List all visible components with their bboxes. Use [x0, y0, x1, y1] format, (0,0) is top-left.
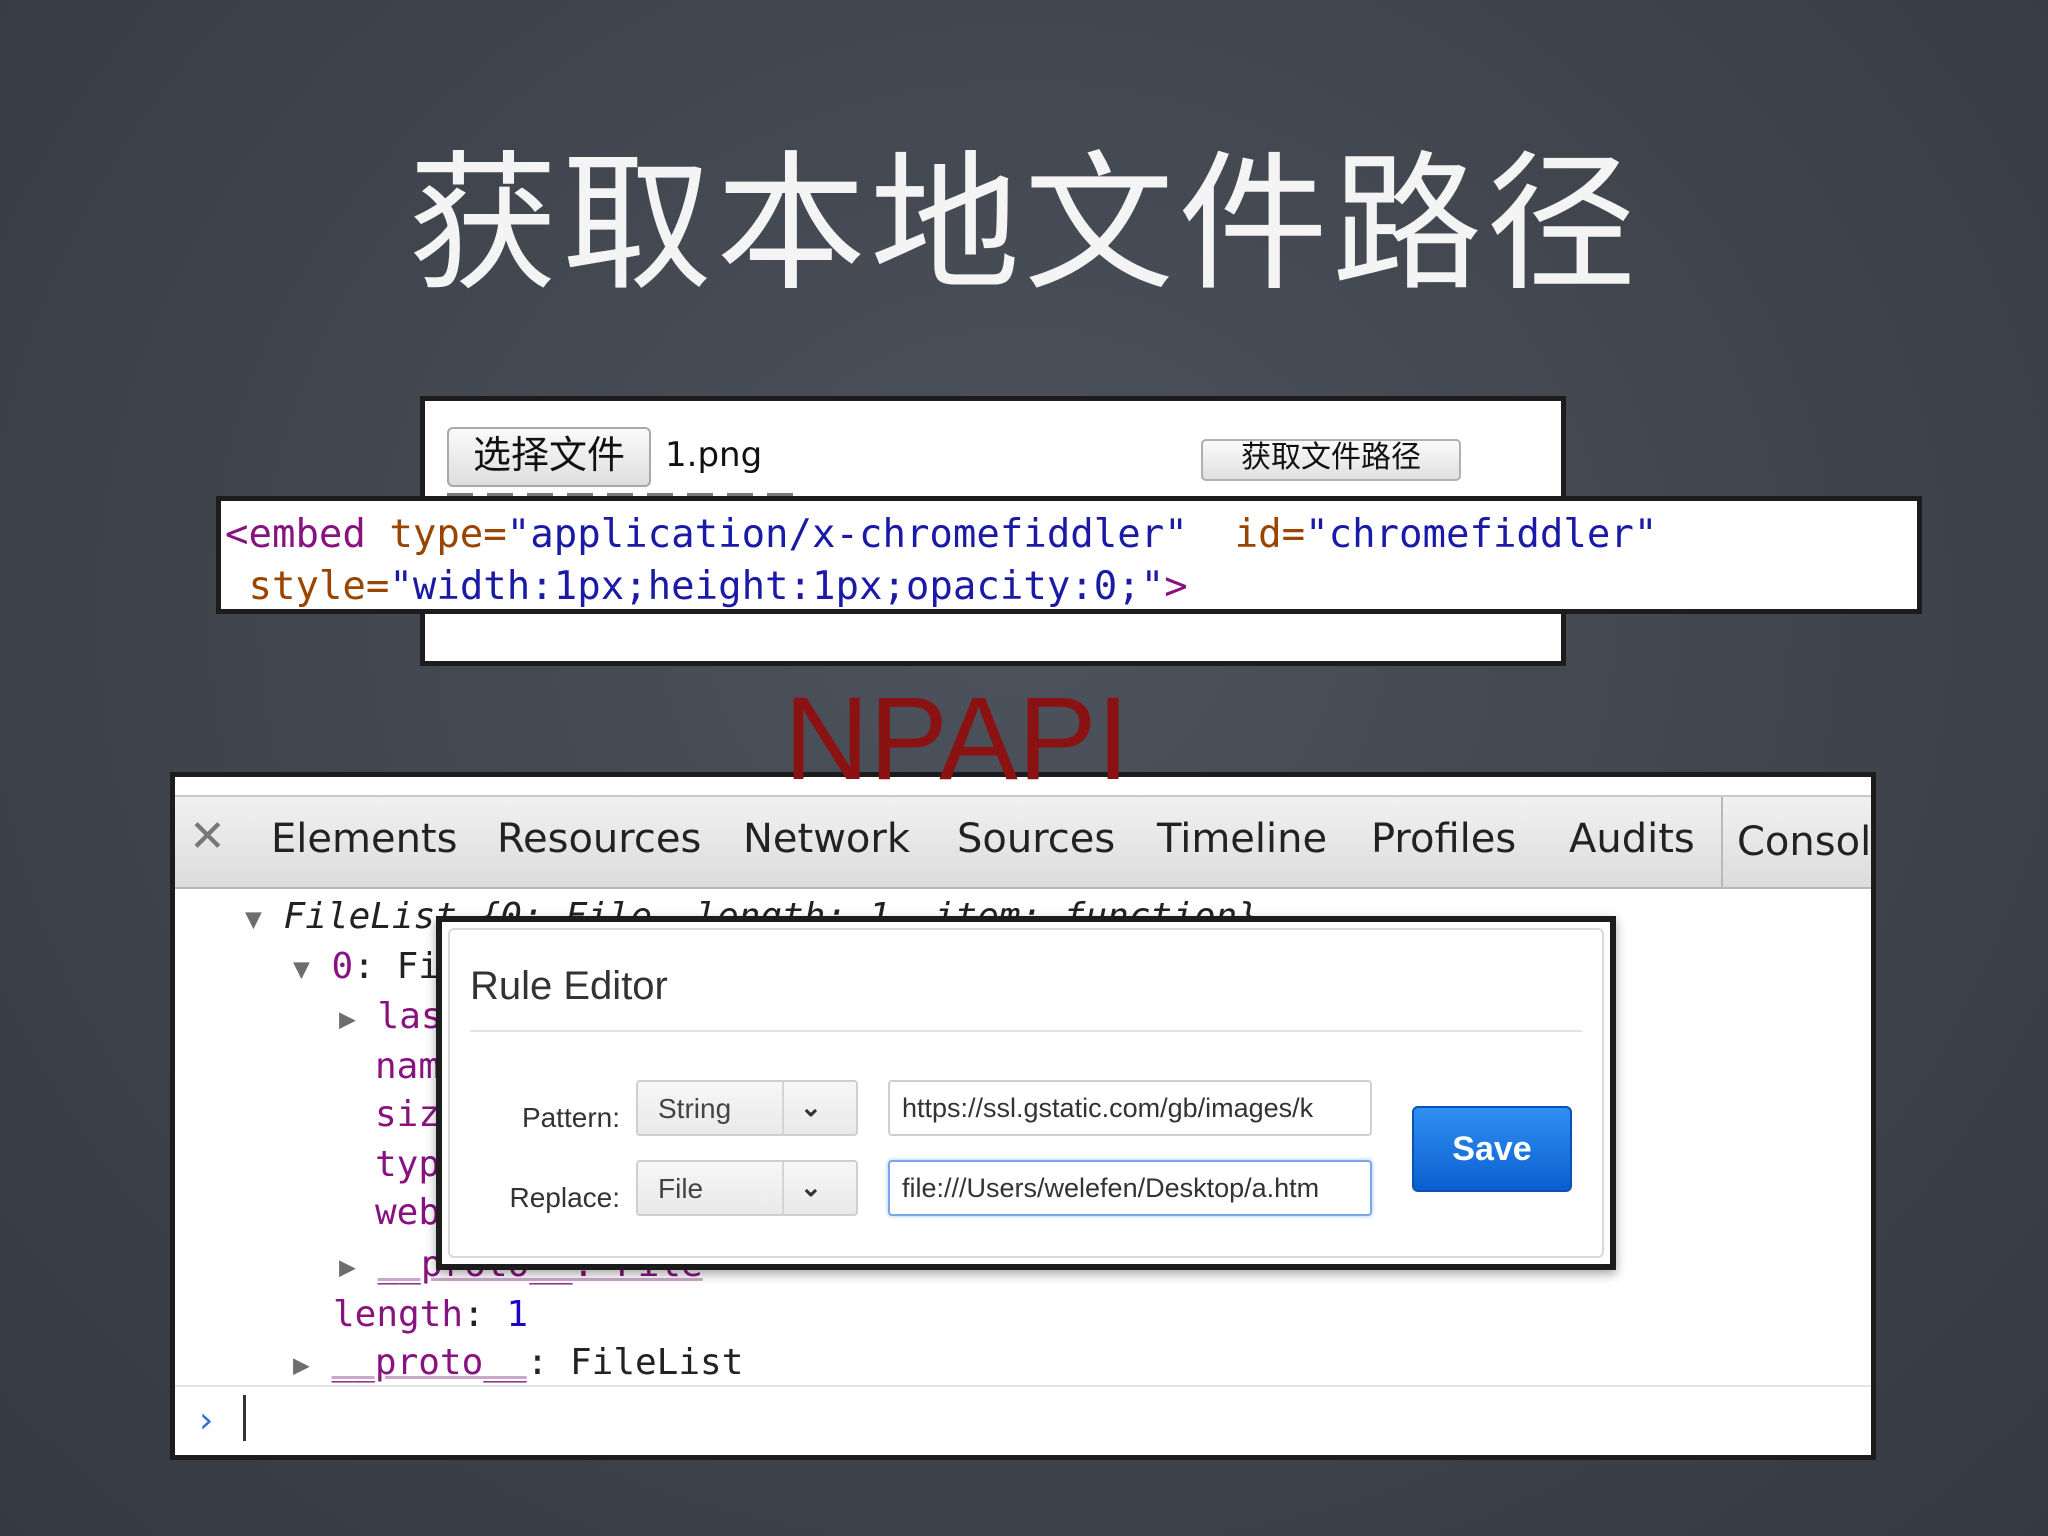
title-divider — [470, 1030, 1582, 1032]
chosen-file-name: 1.png — [665, 435, 763, 475]
prop-row: web — [375, 1195, 440, 1231]
prop-key: web — [375, 1192, 441, 1233]
tab-resources[interactable]: Resources — [497, 819, 701, 859]
code-style-value: "width:1px;height:1px;opacity:0;" — [389, 564, 1165, 609]
chevron-down-icon[interactable]: ⌄ — [800, 1094, 822, 1120]
pattern-label: Pattern: — [521, 1102, 620, 1133]
tab-sources[interactable]: Sources — [957, 819, 1115, 859]
replace-label: Replace: — [509, 1182, 620, 1213]
tab-profiles[interactable]: Profiles — [1371, 819, 1516, 859]
collapse-triangle-icon[interactable]: ▶ — [293, 1348, 310, 1381]
file-item-row[interactable]: ▼ 0: Fi — [293, 949, 440, 985]
slide-title: 获取本地文件路径 — [407, 138, 1640, 312]
item-index: 0 — [331, 946, 354, 987]
tab-console[interactable]: Consol — [1721, 797, 1871, 887]
rule-editor-body: Rule Editor Pattern: String ⌄ https://ss… — [448, 928, 1604, 1258]
pattern-input[interactable]: https://ssl.gstatic.com/gb/images/k — [888, 1080, 1372, 1136]
proto-row[interactable]: ▶ __proto__: FileList — [293, 1345, 743, 1381]
select-separator — [782, 1082, 784, 1134]
prop-row: siz — [375, 1097, 440, 1133]
prop-key: las — [377, 996, 443, 1037]
save-button[interactable]: Save — [1412, 1106, 1572, 1192]
chevron-down-icon[interactable]: ⌄ — [800, 1174, 822, 1200]
get-file-path-button[interactable]: 获取文件路径 — [1201, 439, 1461, 481]
select-separator — [782, 1162, 784, 1214]
replace-input[interactable]: file:///Users/welefen/Desktop/a.htm — [888, 1160, 1372, 1216]
proto-key: __proto__ — [331, 1342, 527, 1383]
rule-editor-dialog: Rule Editor Pattern: String ⌄ https://ss… — [436, 916, 1616, 1270]
code-type-value: "application/x-chromefiddler" — [506, 512, 1188, 557]
tab-timeline[interactable]: Timeline — [1157, 819, 1327, 859]
item-type: : Fi — [353, 946, 440, 987]
code-style-attr: style= — [225, 564, 390, 609]
code-type-attr: type= — [365, 512, 507, 557]
proto-value: : FileList — [526, 1342, 744, 1383]
console-prompt-icon: › — [195, 1400, 217, 1441]
prop-row[interactable]: ▶ las — [339, 999, 443, 1035]
expand-triangle-icon[interactable]: ▼ — [245, 902, 262, 935]
prop-row: typ — [375, 1147, 440, 1183]
code-id-value: "chromefiddler" — [1305, 512, 1658, 557]
length-row: length: 1 — [333, 1294, 529, 1335]
prop-key: nam — [375, 1046, 441, 1087]
console-input-caret[interactable] — [243, 1395, 246, 1441]
collapse-triangle-icon[interactable]: ▶ — [339, 1002, 356, 1035]
choose-file-button[interactable]: 选择文件 — [447, 427, 651, 487]
npapi-label: NPAPI — [784, 673, 1130, 805]
code-embed-close: > — [1164, 564, 1188, 609]
tab-elements[interactable]: Elements — [271, 819, 457, 859]
embed-code-snippet: <embed type="application/x-chromefiddler… — [216, 496, 1922, 614]
devtools-tab-bar: ✕ Elements Resources Network Sources Tim… — [175, 795, 1871, 889]
replace-type-select[interactable]: File ⌄ — [636, 1160, 858, 1216]
close-icon[interactable]: ✕ — [189, 815, 226, 859]
prop-row: nam — [375, 1049, 440, 1085]
prop-key: siz — [375, 1094, 441, 1135]
pattern-type-value: String — [658, 1093, 732, 1124]
tab-audits[interactable]: Audits — [1569, 819, 1695, 859]
prop-key: typ — [375, 1144, 441, 1185]
length-value: 1 — [506, 1294, 529, 1335]
length-key: length — [333, 1294, 464, 1335]
code-id-attr: id= — [1187, 512, 1306, 557]
tab-network[interactable]: Network — [743, 819, 910, 859]
expand-triangle-icon[interactable]: ▼ — [293, 952, 310, 985]
collapse-triangle-icon[interactable]: ▶ — [339, 1250, 356, 1283]
replace-type-value: File — [658, 1173, 704, 1204]
code-embed-open: <embed — [225, 512, 366, 557]
prompt-divider — [175, 1385, 1871, 1387]
pattern-type-select[interactable]: String ⌄ — [636, 1080, 858, 1136]
rule-editor-title: Rule Editor — [470, 964, 668, 1008]
